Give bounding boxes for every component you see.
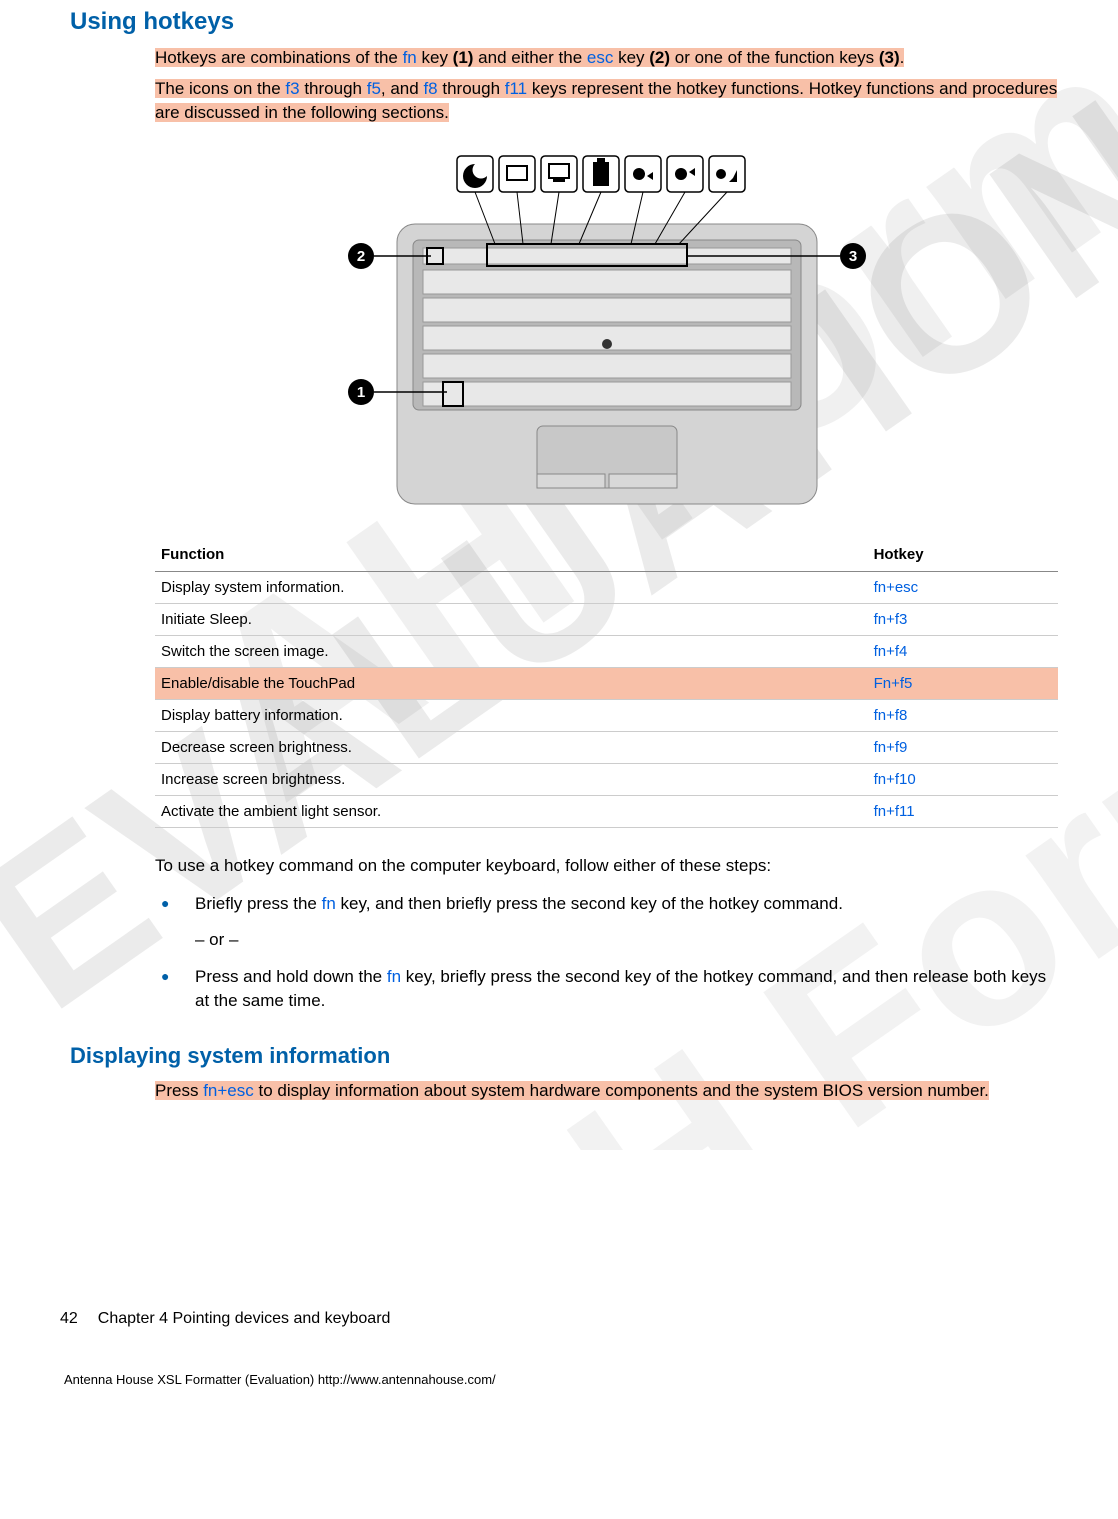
table-row: Decrease screen brightness.fn+f9 [155, 731, 1058, 763]
table-cell-function: Activate the ambient light sensor. [155, 795, 868, 827]
svg-text:1: 1 [356, 384, 364, 401]
table-row: Activate the ambient light sensor.fn+f11 [155, 795, 1058, 827]
table-row: Display battery information.fn+f8 [155, 699, 1058, 731]
table-row: Display system information.fn+esc [155, 571, 1058, 603]
list-item: Briefly press the fn key, and then brief… [155, 892, 1058, 952]
table-row: Increase screen brightness.fn+f10 [155, 763, 1058, 795]
text-fragment: through [300, 79, 367, 98]
list-item: Press and hold down the fn key, briefly … [155, 965, 1058, 1013]
usage-intro: To use a hotkey command on the computer … [155, 854, 1058, 878]
svg-text:2: 2 [356, 248, 364, 265]
text-fragment: through [438, 79, 505, 98]
page-number: 42 [60, 1310, 78, 1328]
table-cell-hotkey: fn+esc [868, 571, 1058, 603]
table-header-function: Function [155, 538, 868, 572]
or-separator: – or – [195, 928, 1058, 952]
table-cell-function: Switch the screen image. [155, 635, 868, 667]
text-fragment: key [613, 48, 649, 67]
table-cell-function: Display battery information. [155, 699, 868, 731]
text-fragment: Briefly press the [195, 894, 322, 913]
key-ref-f11: f11 [505, 79, 527, 98]
text-fragment: . [900, 48, 905, 67]
key-ref-f5: f5 [367, 79, 381, 98]
key-ref-fn: fn [387, 967, 401, 986]
intro-paragraph-1: Hotkeys are combinations of the fn key (… [155, 46, 1058, 71]
table-cell-hotkey: fn+f10 [868, 763, 1058, 795]
callout-ref-2: (2) [649, 48, 670, 67]
chapter-label: Chapter 4 Pointing devices and keyboard [98, 1310, 391, 1328]
section-heading: Using hotkeys [70, 8, 1058, 36]
table-cell-function: Decrease screen brightness. [155, 731, 868, 763]
table-row: Initiate Sleep.fn+f3 [155, 603, 1058, 635]
key-ref-fn: fn [322, 894, 336, 913]
table-header-hotkey: Hotkey [868, 538, 1058, 572]
page-footer: 42 Chapter 4 Pointing devices and keyboa… [0, 1310, 1118, 1397]
keyboard-diagram: 2 3 1 [337, 144, 877, 514]
table-cell-function: Enable/disable the TouchPad [155, 667, 868, 699]
table-cell-hotkey: fn+f11 [868, 795, 1058, 827]
text-fragment: and either the [473, 48, 586, 67]
callout-ref-1: (1) [453, 48, 474, 67]
key-ref-fn: fn [403, 48, 417, 67]
key-ref-f8: f8 [423, 79, 437, 98]
text-fragment: Press [155, 1081, 203, 1100]
table-cell-function: Display system information. [155, 571, 868, 603]
subsection-heading: Displaying system information [70, 1043, 1058, 1069]
evaluation-notice: Antenna House XSL Formatter (Evaluation)… [60, 1372, 1058, 1397]
text-fragment: or one of the function keys [670, 48, 879, 67]
table-cell-hotkey: fn+f3 [868, 603, 1058, 635]
text-fragment: key [417, 48, 453, 67]
table-row: Switch the screen image.fn+f4 [155, 635, 1058, 667]
table-cell-hotkey: fn+f4 [868, 635, 1058, 667]
hotkey-table: Function Hotkey Display system informati… [155, 538, 1058, 828]
text-fragment: The icons on the [155, 79, 285, 98]
text-fragment: Hotkeys are combinations of the [155, 48, 403, 67]
key-ref-esc: esc [587, 48, 613, 67]
text-fragment: key, and then briefly press the second k… [336, 894, 843, 913]
intro-paragraph-2: The icons on the f3 through f5, and f8 t… [155, 77, 1058, 126]
table-cell-hotkey: Fn+f5 [868, 667, 1058, 699]
subsection-paragraph: Press fn+esc to display information abou… [155, 1079, 1058, 1104]
text-fragment: , and [381, 79, 424, 98]
table-row: Enable/disable the TouchPadFn+f5 [155, 667, 1058, 699]
table-cell-hotkey: fn+f9 [868, 731, 1058, 763]
table-cell-function: Increase screen brightness. [155, 763, 868, 795]
text-fragment: to display information about system hard… [254, 1081, 989, 1100]
table-cell-function: Initiate Sleep. [155, 603, 868, 635]
callout-ref-3: (3) [879, 48, 900, 67]
text-fragment: Press and hold down the [195, 967, 387, 986]
key-ref-f3: f3 [285, 79, 299, 98]
table-cell-hotkey: fn+f8 [868, 699, 1058, 731]
svg-text:3: 3 [848, 248, 856, 265]
key-ref-fnesc: fn+esc [203, 1081, 254, 1100]
